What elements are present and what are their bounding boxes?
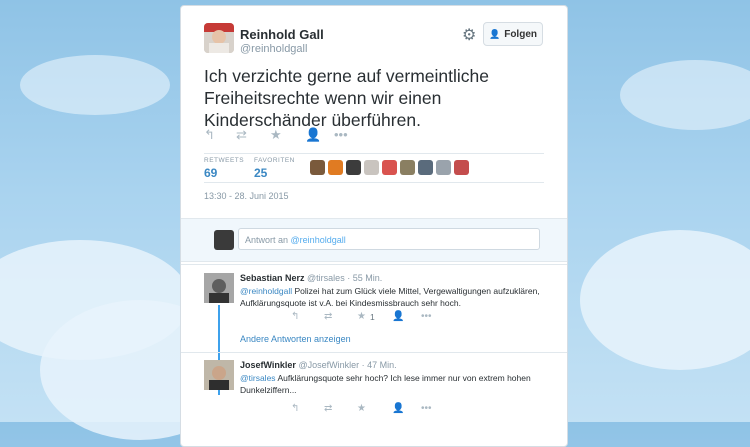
- reply-prefix: Antwort an: [245, 235, 289, 245]
- reply-composer: Antwort an @reinholdgall: [181, 218, 567, 262]
- favoriter-avatar[interactable]: [310, 160, 325, 175]
- retweet-icon[interactable]: ⇄: [324, 311, 332, 322]
- star-icon[interactable]: ★: [357, 311, 366, 322]
- follow-button-label: Folgen: [504, 29, 537, 40]
- author-avatar[interactable]: [204, 23, 234, 53]
- favoriter-avatar[interactable]: [418, 160, 433, 175]
- author-avatar-image: [204, 23, 234, 53]
- reply-mention: @reinholdgall: [290, 235, 346, 245]
- person-add-icon[interactable]: 👤: [392, 403, 404, 414]
- favorites-count[interactable]: 25: [254, 166, 267, 180]
- more-icon[interactable]: •••: [421, 311, 432, 322]
- favorites-label: FAVORITEN: [254, 157, 295, 164]
- favoriter-avatar[interactable]: [400, 160, 415, 175]
- retweet-icon[interactable]: ⇄: [324, 403, 332, 414]
- reply-author-meta: @tirsales · 55 Min.: [307, 273, 383, 283]
- reply-author-line: JosefWinkler @JosefWinkler · 47 Min.: [240, 360, 397, 370]
- favoriter-avatar[interactable]: [454, 160, 469, 175]
- reply-author-name[interactable]: JosefWinkler: [240, 360, 296, 370]
- more-replies-link[interactable]: Andere Antworten anzeigen: [240, 334, 351, 344]
- follow-button[interactable]: 👤 Folgen: [483, 22, 543, 46]
- reply-input[interactable]: Antwort an @reinholdgall: [238, 228, 540, 250]
- author-name[interactable]: Reinhold Gall: [240, 27, 324, 42]
- reply-author-meta: @JosefWinkler · 47 Min.: [298, 360, 397, 370]
- divider: [181, 264, 567, 265]
- background-cloud: [580, 230, 750, 370]
- person-add-icon: 👤: [489, 29, 501, 39]
- tweet-text: Ich verzichte gerne auf vermeintliche Fr…: [204, 66, 489, 130]
- author-handle[interactable]: @reinholdgall: [240, 43, 307, 55]
- tweet-stats: RETWEETS 69 FAVORITEN 25: [204, 153, 544, 183]
- reply-author-name[interactable]: Sebastian Nerz: [240, 273, 305, 283]
- reply-body: Aufklärungsquote sehr hoch? Ich lese imm…: [240, 373, 531, 395]
- tweet-header: Reinhold Gall @reinholdgall ⚙ 👤 Folgen: [204, 22, 544, 59]
- background-cloud: [20, 55, 170, 115]
- favoriter-avatar[interactable]: [436, 160, 451, 175]
- reply-mention[interactable]: @tirsales: [240, 373, 276, 383]
- reply-author-avatar-image: [204, 360, 234, 390]
- favorite-count: 1: [370, 312, 375, 322]
- favoriter-avatar[interactable]: [328, 160, 343, 175]
- gear-icon[interactable]: ⚙: [462, 25, 476, 45]
- reply-icon[interactable]: ↰: [204, 127, 215, 143]
- star-icon[interactable]: ★: [357, 403, 366, 414]
- background-cloud: [620, 60, 750, 130]
- reply-author-avatar[interactable]: [204, 273, 234, 303]
- favoriter-avatar[interactable]: [382, 160, 397, 175]
- reply-text: @tirsales Aufklärungsquote sehr hoch? Ic…: [240, 372, 545, 396]
- reply-author-avatar[interactable]: [204, 360, 234, 390]
- person-add-icon[interactable]: 👤: [305, 127, 321, 143]
- more-icon[interactable]: •••: [334, 127, 348, 142]
- reply-mention[interactable]: @reinholdgall: [240, 286, 292, 296]
- more-icon[interactable]: •••: [421, 403, 432, 414]
- reply-author-line: Sebastian Nerz @tirsales · 55 Min.: [240, 273, 382, 283]
- divider: [181, 352, 567, 353]
- reply-text: @reinholdgall Polizei hat zum Glück viel…: [240, 285, 545, 309]
- retweets-label: RETWEETS: [204, 157, 245, 164]
- person-add-icon[interactable]: 👤: [392, 311, 404, 322]
- favoriter-avatar[interactable]: [346, 160, 361, 175]
- retweets-count[interactable]: 69: [204, 166, 217, 180]
- user-avatar: [214, 230, 234, 250]
- reply-icon[interactable]: ↰: [291, 403, 299, 414]
- favoriter-avatar[interactable]: [364, 160, 379, 175]
- tweet-card: Reinhold Gall @reinholdgall ⚙ 👤 Folgen Ic…: [180, 5, 568, 447]
- star-icon[interactable]: ★: [270, 127, 282, 143]
- reply-author-avatar-image: [204, 273, 234, 303]
- retweet-icon[interactable]: ⇄: [236, 127, 247, 143]
- reply-icon[interactable]: ↰: [291, 311, 299, 322]
- tweet-timestamp[interactable]: 13:30 - 28. Juni 2015: [204, 191, 289, 201]
